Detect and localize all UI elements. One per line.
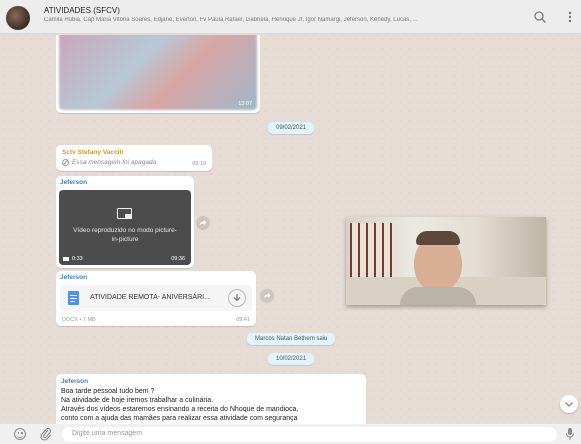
chat-header[interactable]: ATIVIDADES (SFCV) Camila Rubia, Cap Mari… — [0, 0, 581, 34]
message-line: Boa tarde pessoal tudo bem ? — [61, 388, 155, 395]
message-sender[interactable]: Jeferson — [61, 378, 361, 385]
pip-text: Vídeo reproduzido no modo picture-in-pic… — [73, 227, 177, 243]
message-line: conto com a ajuda das mamães para realiz… — [61, 415, 298, 422]
date-divider: 10/02/2021 — [268, 353, 315, 365]
message-time: 13:07 — [238, 101, 252, 107]
group-members: Camila Rubia, Cap Maria Vitória Soares, … — [44, 17, 418, 23]
message-time: 09:36 — [171, 256, 185, 262]
message-time: 09:41 — [236, 317, 250, 323]
message-line: Na atividade de hoje iremos trabalhar a … — [61, 397, 214, 404]
search-icon[interactable] — [533, 10, 547, 24]
deleted-text: Essa mensagem foi apagada — [72, 159, 157, 166]
document-message[interactable]: Jeferson ATIVIDADE REMOTA- ANIVERSÁRI...… — [56, 271, 256, 326]
mic-icon[interactable] — [565, 427, 575, 441]
document-card[interactable]: ATIVIDADE REMOTA- ANIVERSÁRI... — [60, 285, 252, 311]
video-message[interactable]: Jeferson Vídeo reproduzido no modo pictu… — [56, 176, 194, 268]
system-message: Marcos Natan Bethem saiu — [247, 333, 336, 345]
deleted-icon — [62, 159, 69, 166]
date-divider: 09/02/2021 — [268, 122, 315, 134]
message-line: Através dos vídeos estaremos ensinando a… — [61, 406, 299, 413]
scroll-down-icon[interactable] — [560, 395, 578, 413]
menu-icon[interactable] — [563, 10, 577, 24]
message-sender[interactable]: Sctv Stefany Vaccili — [62, 149, 206, 156]
compose-bar: Digite uma mensagem — [0, 424, 581, 444]
download-icon[interactable] — [228, 289, 246, 307]
attach-icon[interactable] — [40, 427, 52, 441]
deleted-message[interactable]: Sctv Stefany Vaccili Essa mensagem foi a… — [56, 145, 212, 171]
blurred-image[interactable] — [59, 35, 257, 110]
group-avatar[interactable] — [6, 6, 30, 30]
conversation-panel[interactable]: 13:07 09/02/2021 Sctv Stefany Vaccili Es… — [0, 35, 581, 424]
forward-icon[interactable] — [196, 216, 210, 230]
video-duration: 0:33 — [72, 256, 83, 262]
video-thumbnail[interactable]: Vídeo reproduzido no modo picture-in-pic… — [59, 190, 191, 265]
message-input[interactable]: Digite uma mensagem — [62, 427, 557, 442]
video-icon — [63, 257, 69, 261]
text-message[interactable]: Jeferson Boa tarde pessoal tudo bem ? Na… — [56, 374, 366, 424]
message-body: Boa tarde pessoal tudo bem ? Na atividad… — [61, 387, 361, 423]
message-time: 08:10 — [192, 161, 206, 167]
document-meta: DOCX • 7 MB — [62, 317, 96, 323]
image-message[interactable]: 13:07 — [56, 35, 260, 113]
document-filename: ATIVIDADE REMOTA- ANIVERSÁRI... — [90, 294, 210, 301]
document-icon — [68, 291, 79, 305]
picture-in-picture-video[interactable] — [346, 217, 546, 305]
group-title[interactable]: ATIVIDADES (SFCV) — [44, 6, 120, 15]
message-sender[interactable]: Jeferson — [60, 179, 190, 186]
forward-icon[interactable] — [260, 289, 274, 303]
emoji-icon[interactable] — [14, 428, 26, 440]
pip-icon — [117, 208, 132, 219]
message-sender[interactable]: Jeferson — [60, 274, 252, 281]
